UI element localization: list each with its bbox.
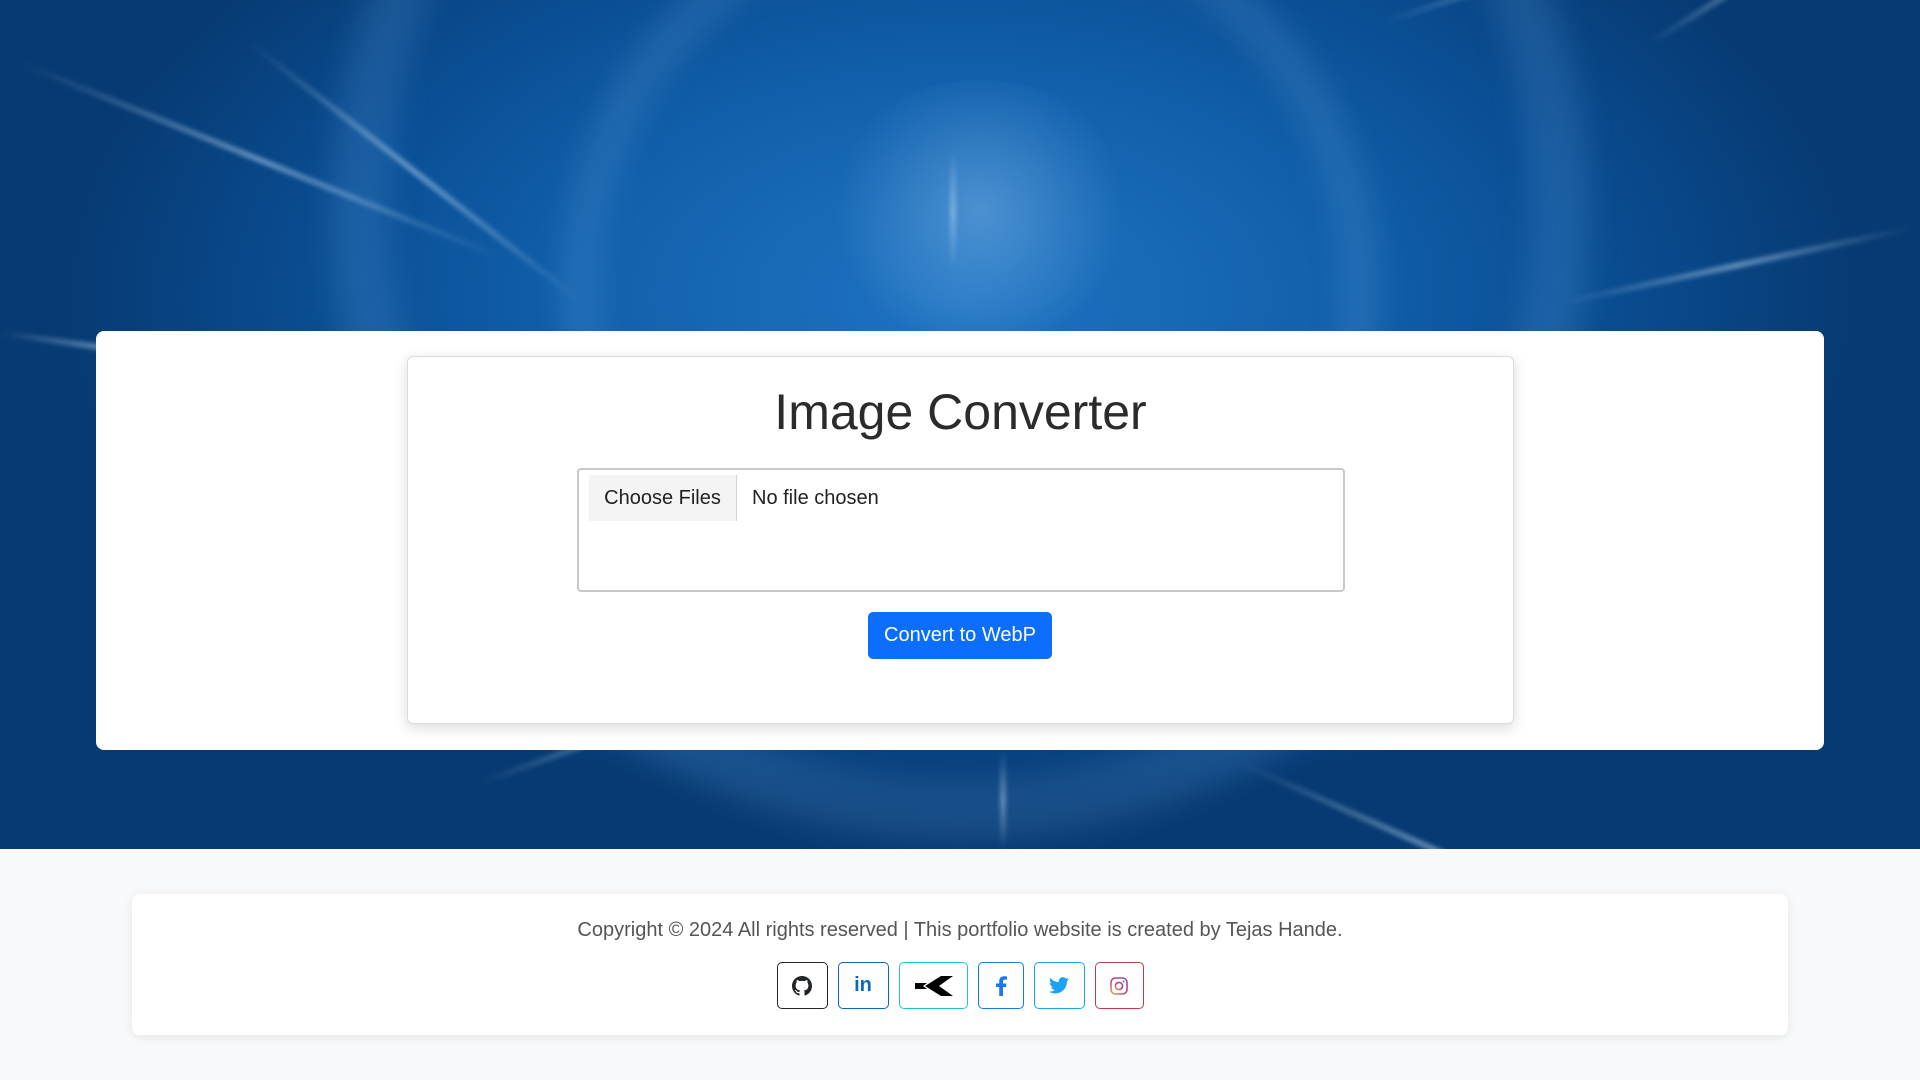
file-input[interactable]: Choose Files No file chosen <box>577 468 1345 592</box>
bg-streak <box>1559 225 1913 306</box>
convert-button[interactable]: Convert to WebP <box>868 612 1052 659</box>
bg-streak <box>1238 760 1625 849</box>
footer: Copyright © 2024 All rights reserved | T… <box>132 894 1788 1035</box>
social-links: in <box>132 962 1788 1009</box>
facebook-icon <box>995 975 1007 996</box>
bg-streak <box>1000 750 1006 849</box>
linkedin-icon: in <box>854 974 872 996</box>
choose-files-button[interactable]: Choose Files <box>589 475 737 521</box>
page-title: Image Converter <box>774 384 1147 440</box>
twitter-link[interactable] <box>1033 962 1085 1009</box>
github-link[interactable] <box>776 962 828 1009</box>
kaggle-link[interactable] <box>898 962 968 1009</box>
bg-glow <box>820 80 1140 340</box>
github-icon <box>792 975 812 996</box>
converter-card: Image Converter Choose Files No file cho… <box>407 356 1514 724</box>
twitter-icon <box>1049 977 1069 994</box>
linkedin-link[interactable]: in <box>837 962 889 1009</box>
copyright-text: Copyright © 2024 All rights reserved | T… <box>577 919 1343 941</box>
instagram-icon <box>1110 976 1128 995</box>
instagram-link[interactable] <box>1094 962 1144 1009</box>
facebook-link[interactable] <box>977 962 1024 1009</box>
kaggle-icon <box>913 975 953 997</box>
bg-streak <box>950 150 956 270</box>
file-status-text: No file chosen <box>752 486 879 509</box>
bg-streak <box>1648 0 1873 46</box>
